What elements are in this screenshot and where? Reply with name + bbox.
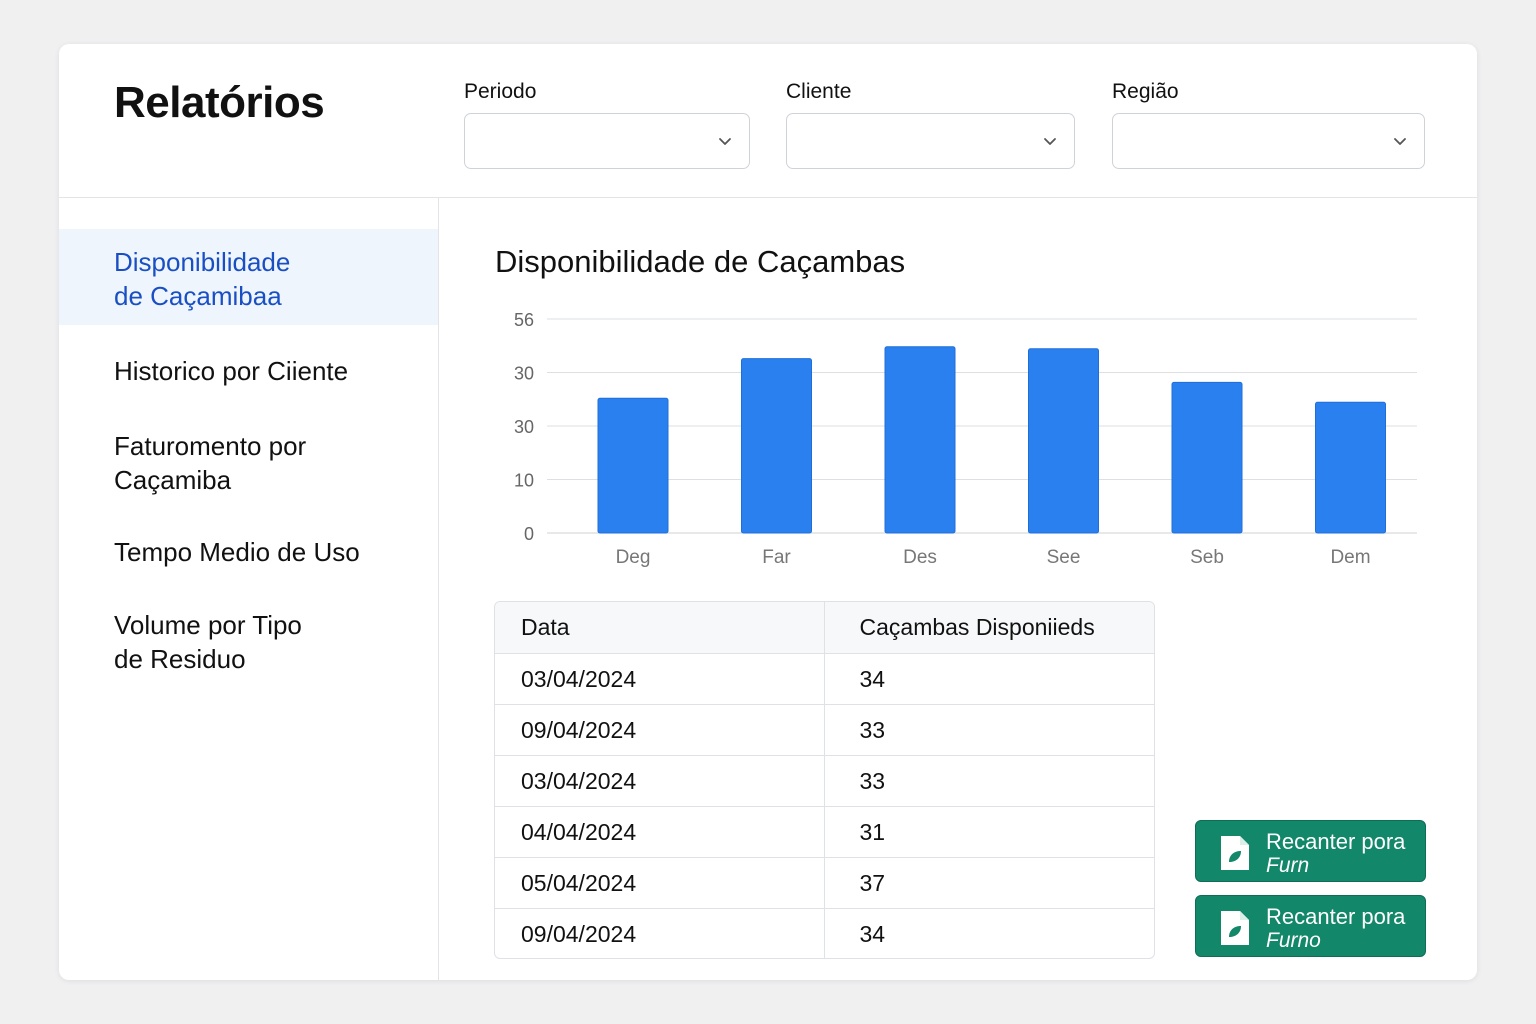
header: Relatórios Periodo Cliente Região: [59, 44, 1477, 198]
sidebar-item-label: Faturomento por: [114, 431, 307, 461]
table-row: 03/04/2024 34: [495, 653, 1154, 705]
x-tick-label: Deg: [616, 547, 651, 568]
chart-bar: [1171, 381, 1243, 534]
filter-label: Cliente: [786, 80, 852, 103]
table-row: 05/04/2024 37: [495, 857, 1154, 909]
cell-count: 33: [824, 755, 1154, 807]
cell-count: 37: [824, 857, 1154, 909]
file-icon: [1221, 836, 1249, 870]
bar-chart: 0 10 30 30 56 Deg Far Des See Seb Dem: [514, 310, 1417, 568]
sidebar-item-label: Historico por Ciiente: [114, 356, 349, 386]
filter-periodo: Periodo: [464, 80, 750, 169]
sidebar-item-volume[interactable]: Volume por Tipo de Residuo: [59, 608, 438, 676]
filter-label: Periodo: [464, 80, 537, 103]
sidebar-item-label: Volume por Tipo: [114, 610, 302, 640]
x-tick-label: See: [1047, 547, 1081, 568]
page-title: Relatórios: [114, 78, 325, 127]
x-tick-label: Des: [903, 547, 937, 568]
cell-count: 34: [859, 920, 886, 947]
table-header-row: Data Caçambas Disponiieds: [495, 602, 1154, 654]
cell-date: 03/04/2024: [495, 755, 825, 807]
chart-bar: [1315, 401, 1386, 534]
export-label: Recanter pora: [1266, 904, 1406, 929]
sidebar-item-disponibilidade[interactable]: Disponibilidade de Caçamibaa: [59, 229, 438, 325]
table-row: 04/04/2024 31: [495, 806, 1154, 858]
cell-count: 34: [824, 653, 1154, 705]
export-button-1[interactable]: Recanter pora Furn: [1195, 820, 1426, 882]
report-card: Relatórios Periodo Cliente Região Dispon…: [59, 44, 1477, 980]
cell-count: 33: [824, 704, 1154, 756]
export-format: Furno: [1266, 929, 1321, 952]
cell-date: 03/04/2024: [495, 653, 825, 705]
chevron-down-icon: [1044, 138, 1056, 145]
cell-count: 31: [824, 806, 1154, 858]
availability-table: Data Caçambas Disponiieds 03/04/2024 34 …: [494, 601, 1155, 959]
filter-regiao: Região: [1112, 80, 1425, 169]
cliente-select[interactable]: [786, 113, 1075, 169]
cell-date: 09/04/2024: [495, 908, 825, 958]
sidebar-item-faturamento[interactable]: Faturomento por Caçamiba: [59, 429, 438, 497]
file-icon: [1221, 911, 1249, 945]
table-row: 09/04/2024 34: [495, 908, 1154, 958]
periodo-select[interactable]: [464, 113, 750, 169]
cell-date: 04/04/2024: [495, 806, 825, 858]
x-tick-label: Far: [762, 547, 791, 568]
column-header-cacambas: Caçambas Disponiieds: [824, 602, 1154, 654]
export-button-2[interactable]: Recanter pora Furno: [1195, 895, 1426, 957]
y-tick-label: 56: [514, 310, 534, 330]
export-label: Recanter pora: [1266, 829, 1406, 854]
sidebar-item-historico[interactable]: Historico por Ciiente: [59, 354, 438, 388]
y-tick-label: 30: [514, 364, 534, 384]
main-content: Disponibilidade de Caçambas 0 10 30 30 56 Deg…: [439, 198, 1477, 980]
chevron-down-icon: [1394, 138, 1406, 145]
chevron-down-icon: [719, 138, 731, 145]
table-row: 03/04/2024 33: [495, 755, 1154, 807]
sidebar: Disponibilidade de Caçamibaa Historico p…: [59, 198, 439, 980]
sidebar-item-label: Tempo Medio de Uso: [114, 537, 360, 567]
chart-bar: [597, 397, 669, 534]
regiao-select[interactable]: [1112, 113, 1425, 169]
export-format: Furn: [1266, 854, 1310, 877]
x-tick-label: Dem: [1330, 547, 1370, 568]
chart-bar: [884, 346, 956, 534]
filter-cliente: Cliente: [786, 80, 1075, 169]
y-tick-label: 10: [514, 471, 534, 491]
cell-date: 05/04/2024: [495, 857, 825, 909]
column-header-data: Data: [495, 602, 825, 654]
sidebar-item-label: Disponibilidade: [114, 247, 291, 277]
sidebar-item-tempo-medio[interactable]: Tempo Medio de Uso: [59, 535, 438, 569]
x-tick-label: Seb: [1190, 547, 1224, 568]
filter-label: Região: [1112, 80, 1179, 103]
sidebar-item-label: de Residuo: [114, 644, 246, 674]
chart-bar: [741, 358, 812, 534]
table-row: 09/04/2024 33: [495, 704, 1154, 756]
cell-date: 09/04/2024: [495, 704, 825, 756]
sidebar-item-label: de Caçamibaa: [114, 281, 282, 311]
sidebar-item-label: Caçamiba: [114, 465, 232, 495]
y-tick-label: 0: [524, 524, 534, 544]
y-tick-label: 30: [514, 417, 534, 437]
chart-bar: [1028, 348, 1099, 534]
